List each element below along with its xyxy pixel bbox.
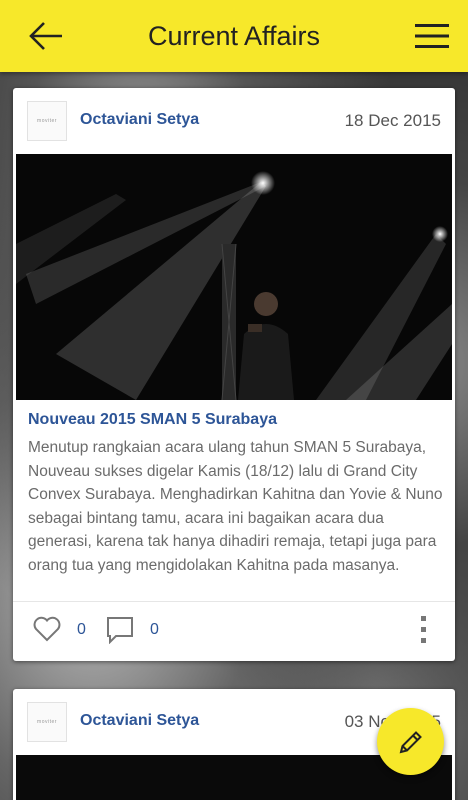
compose-button[interactable] [377,708,444,775]
post-card[interactable]: moviter Octaviani Setya 18 Dec 2015 Nouv… [13,88,455,661]
like-button[interactable] [33,616,63,644]
menu-button[interactable] [414,18,450,54]
comment-count: 0 [150,621,159,638]
avatar[interactable]: moviter [27,101,67,141]
app-bar: Current Affairs [0,0,468,72]
post-title[interactable]: Nouveau 2015 SMAN 5 Surabaya [28,411,277,429]
avatar[interactable]: moviter [27,702,67,742]
like-count: 0 [77,621,86,638]
post-header: moviter Octaviani Setya 18 Dec 2015 [13,88,455,154]
post-image[interactable] [16,154,452,400]
hamburger-menu-icon [415,24,449,48]
more-vertical-icon [421,616,426,643]
pencil-icon [399,730,422,753]
post-body: Menutup rangkaian acara ulang tahun SMAN… [28,439,443,574]
post-date: 18 Dec 2015 [344,111,441,130]
comment-icon [107,617,133,645]
post-actions: 0 0 [13,602,455,661]
more-options-button[interactable] [417,612,431,648]
comment-button[interactable] [106,616,136,646]
back-button[interactable] [26,16,66,56]
post-author[interactable]: Octaviani Setya [80,111,199,129]
page-title: Current Affairs [147,20,321,51]
heart-icon [33,616,61,642]
arrow-left-icon [29,22,62,50]
post-author[interactable]: Octaviani Setya [80,712,199,730]
